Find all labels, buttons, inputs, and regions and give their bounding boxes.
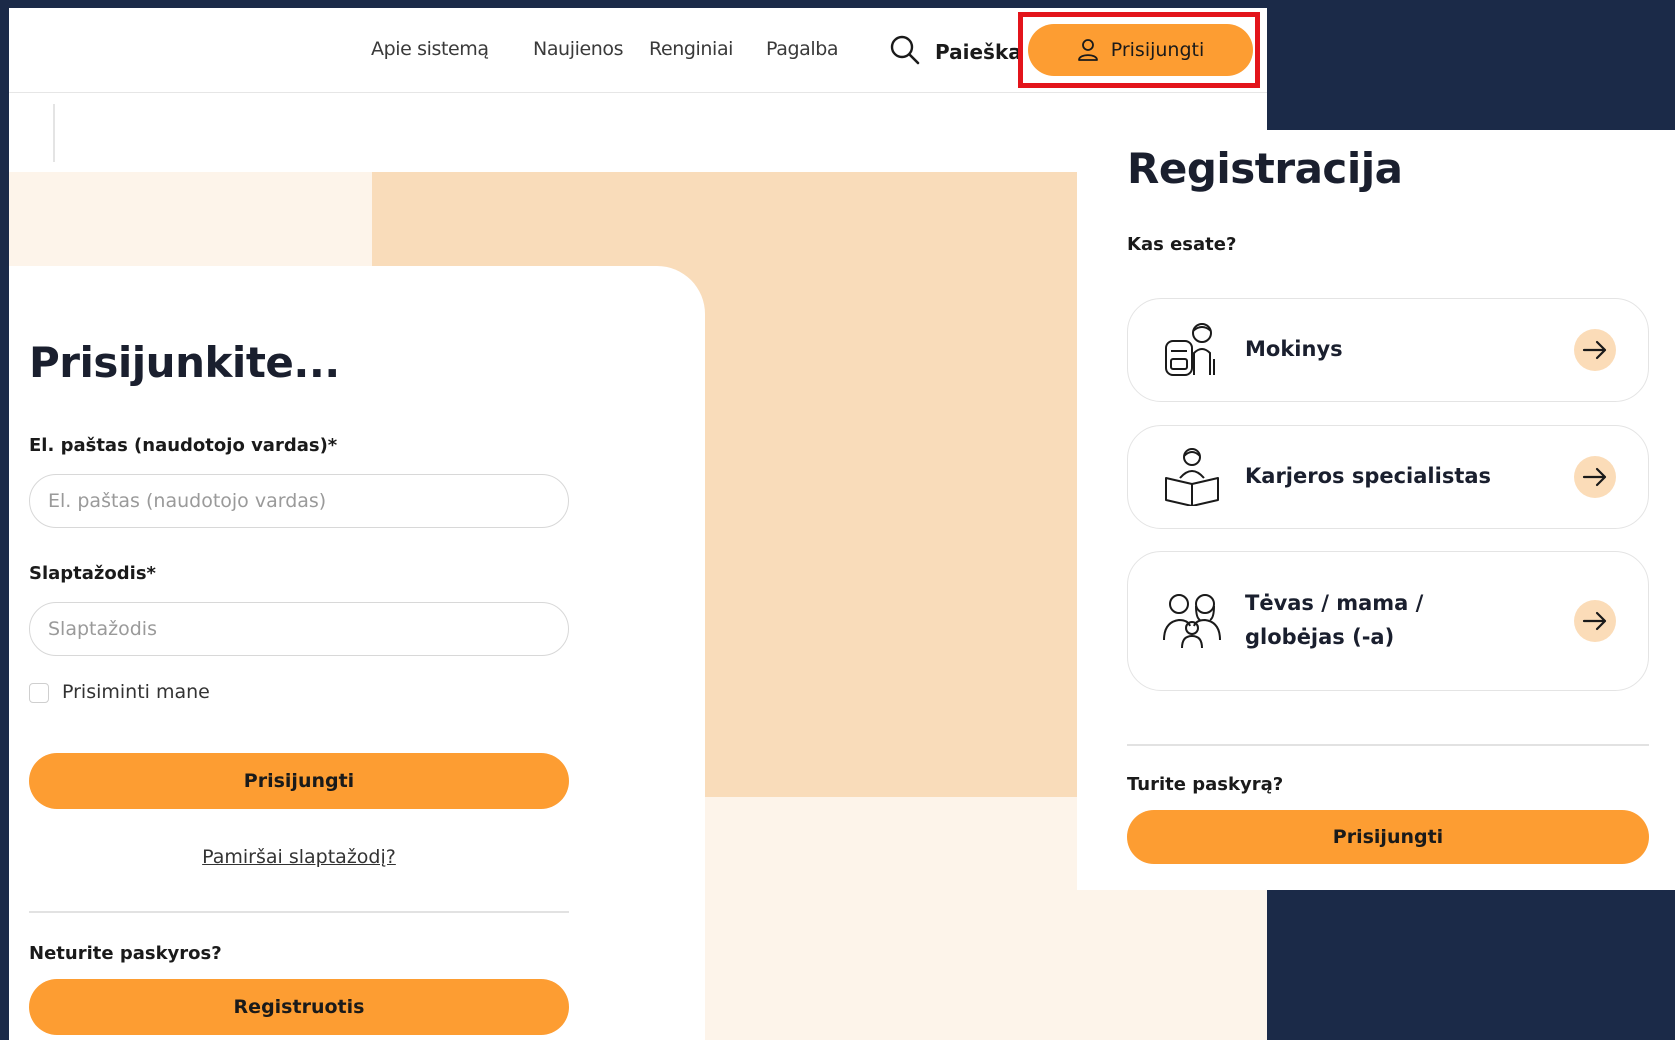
search-icon[interactable] (889, 34, 921, 66)
student-icon (1165, 323, 1215, 376)
registration-subtitle: Kas esate? (1127, 234, 1237, 255)
role-card-parents[interactable]: Tėvas / mama / globėjas (-a) (1127, 551, 1649, 691)
nav-link-renginiai[interactable]: Renginiai (649, 38, 733, 60)
login-highlight-box (1018, 12, 1260, 88)
role-label-parents-line2: globėjas (-a) (1245, 625, 1395, 649)
parents-icon (1163, 594, 1221, 649)
role-card-student[interactable]: Mokinys (1127, 298, 1649, 402)
nav-link-pagalba[interactable]: Pagalba (766, 38, 839, 60)
arrow-right-icon (1574, 456, 1616, 498)
arrow-right-icon (1574, 600, 1616, 642)
arrow-right-icon (1574, 329, 1616, 371)
registration-divider (1127, 744, 1649, 746)
no-account-label: Neturite paskyros? (29, 943, 222, 964)
login-card-divider (29, 911, 569, 913)
register-button-label: Registruotis (233, 996, 365, 1018)
email-input[interactable] (29, 474, 569, 528)
remember-me-checkbox[interactable] (29, 683, 49, 703)
password-input[interactable] (29, 602, 569, 656)
role-card-career-specialist[interactable]: Karjeros specialistas (1127, 425, 1649, 529)
login-card: Prisijunkite... El. paštas (naudotojo va… (9, 266, 705, 1040)
login-submit-label: Prisijungti (243, 770, 355, 792)
registration-login-button[interactable]: Prisijungti (1127, 810, 1649, 864)
nav-link-naujienos[interactable]: Naujienos (533, 38, 624, 60)
top-navbar: Apie sistemą Naujienos Renginiai Pagalba… (9, 8, 1267, 93)
remember-me-label[interactable]: Prisiminti mane (62, 681, 210, 703)
career-specialist-icon (1165, 448, 1219, 506)
search-label[interactable]: Paieška (935, 40, 1022, 64)
registration-login-label: Prisijungti (1332, 826, 1444, 848)
have-account-label: Turite paskyrą? (1127, 774, 1284, 795)
nav-link-apie-sistema[interactable]: Apie sistemą (371, 38, 489, 60)
forgot-password-link[interactable]: Pamiršai slaptažodį? (29, 846, 569, 868)
role-label-student: Mokinys (1245, 337, 1343, 361)
subbar-divider (53, 104, 55, 162)
login-submit-button[interactable]: Prisijungti (29, 753, 569, 809)
registration-panel: Registracija Kas esate? Mokinys Karjeros… (1077, 130, 1675, 890)
email-label: El. paštas (naudotojo vardas)* (29, 435, 338, 456)
password-label: Slaptažodis* (29, 563, 156, 584)
registration-title: Registracija (1127, 144, 1403, 193)
role-label-parents-line1: Tėvas / mama / (1245, 591, 1424, 615)
register-button[interactable]: Registruotis (29, 979, 569, 1035)
login-title: Prisijunkite... (29, 338, 340, 387)
role-label-career-specialist: Karjeros specialistas (1245, 464, 1492, 488)
